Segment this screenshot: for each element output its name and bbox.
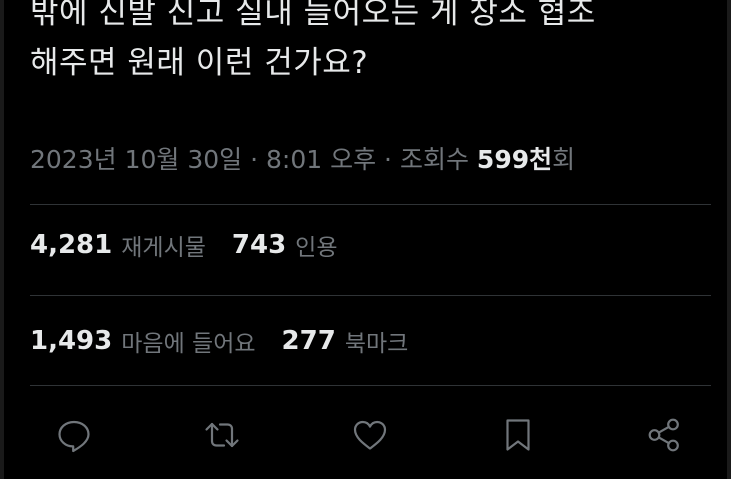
tweet-meta: 2023년 10월 30일 · 8:01 오후 · 조회수 599천회 xyxy=(30,138,575,182)
reply-icon xyxy=(58,420,90,453)
likes-count: 1,493 xyxy=(30,326,113,356)
views-label: 조회수 xyxy=(399,145,469,174)
likes-stat[interactable]: 1,493 마음에 들어요 xyxy=(30,324,256,358)
reply-button[interactable] xyxy=(52,413,96,457)
stats-row-reposts: 4,281 재게시물 743 인용 xyxy=(30,228,364,262)
like-icon xyxy=(353,420,387,450)
reposts-label: 재게시물 xyxy=(121,235,206,261)
like-button[interactable] xyxy=(348,413,392,457)
stats-row-likes: 1,493 마음에 들어요 277 북마크 xyxy=(30,324,434,358)
meta-separator-1: · xyxy=(250,145,259,174)
share-icon xyxy=(648,418,679,452)
tweet-text-line-1: 밖에 신발 신고 실내 들어오는 게 장소 협조 xyxy=(30,0,596,31)
reposts-stat[interactable]: 4,281 재게시물 xyxy=(30,228,206,262)
likes-label: 마음에 들어요 xyxy=(121,331,256,357)
divider-middle xyxy=(30,295,711,296)
bookmark-button[interactable] xyxy=(496,413,540,457)
tweet-time[interactable]: 8:01 오후 xyxy=(266,145,376,174)
reposts-count: 4,281 xyxy=(30,230,113,260)
divider-top xyxy=(30,204,711,205)
quotes-label: 인용 xyxy=(295,235,338,261)
action-bar xyxy=(0,405,731,465)
repost-icon xyxy=(205,422,239,448)
quotes-count: 743 xyxy=(231,230,287,260)
meta-separator-2: · xyxy=(384,145,392,174)
tweet-date[interactable]: 2023년 10월 30일 xyxy=(30,145,242,174)
bookmarks-count: 277 xyxy=(281,326,336,356)
quotes-stat[interactable]: 743 인용 xyxy=(232,228,338,262)
views-suffix: 회 xyxy=(552,145,576,174)
repost-button[interactable] xyxy=(200,413,244,457)
tweet-body: 밖에 신발 신고 실내 들어오는 게 장소 협조 해주면 원래 이런 건가요? xyxy=(30,0,710,88)
bookmark-icon xyxy=(506,419,530,451)
tweet-detail-view: 밖에 신발 신고 실내 들어오는 게 장소 협조 해주면 원래 이런 건가요? … xyxy=(0,0,731,479)
bookmarks-stat[interactable]: 277 북마크 xyxy=(282,324,409,358)
views-count: 599천 xyxy=(476,145,553,174)
divider-bottom xyxy=(30,385,711,386)
tweet-text-line-2: 해주면 원래 이런 건가요? xyxy=(30,45,369,81)
bookmarks-label: 북마크 xyxy=(344,331,409,357)
share-button[interactable] xyxy=(642,413,686,457)
